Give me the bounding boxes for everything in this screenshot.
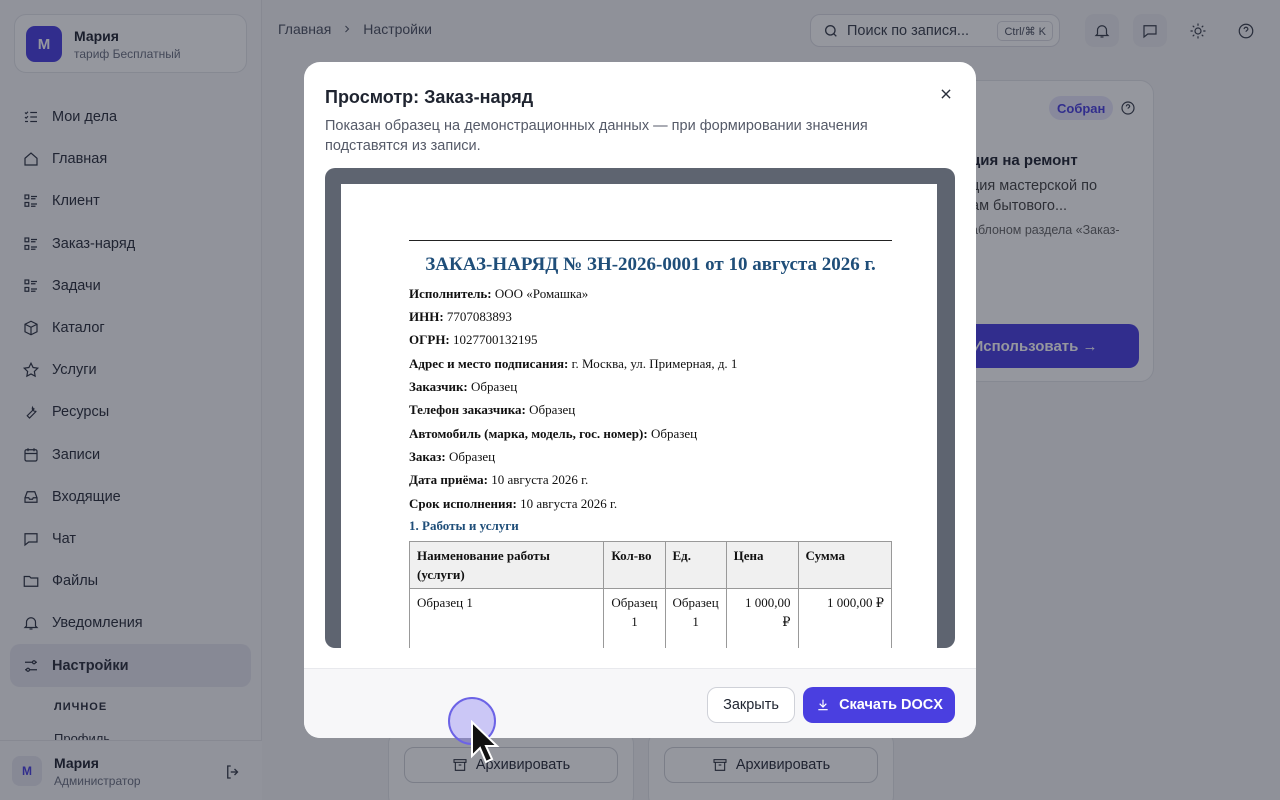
close-button[interactable] <box>934 82 958 106</box>
works-table: Наименование работы (услуги) Кол-во Ед. Цен… <box>408 541 892 648</box>
field-value: Образец <box>650 426 698 441</box>
modal-description: Показан образец на демонстрационных данн… <box>325 118 868 154</box>
download-icon <box>818 699 828 711</box>
field-value: Образец <box>471 379 518 394</box>
document-field: Дата приёма: 10 августа 2026 г. <box>409 472 588 488</box>
field-label: Исполнитель: <box>409 286 492 301</box>
section-heading: 1. Работы и услуги <box>409 518 519 533</box>
divider <box>409 240 892 241</box>
document-preview[interactable]: ЗАКАЗ-НАРЯД № ЗН-2026-0001 от 10 августа… <box>325 168 955 648</box>
download-docx-button[interactable]: Скачать DOCX <box>803 687 955 723</box>
document-page: ЗАКАЗ-НАРЯД № ЗН-2026-0001 от 10 августа… <box>341 184 937 648</box>
document-field: Заказ: Образец <box>409 449 495 465</box>
document-field: Исполнитель: ООО «Ромашка» <box>409 286 588 302</box>
field-label: Заказ: <box>409 449 446 464</box>
table-cell: Образец 1 <box>603 588 666 648</box>
table-cell: 1 000,00 ₽ <box>725 588 799 648</box>
field-label: ОГРН: <box>409 332 450 347</box>
table-cell: Образец 1 <box>664 588 727 648</box>
modal-title: Просмотр: Заказ-наряд <box>325 87 534 107</box>
table-header: Наименование работы (услуги) <box>408 541 605 589</box>
document-field: Адрес и место подписания: г. Москва, ул.… <box>409 356 737 372</box>
table-header: Ед. <box>664 541 727 589</box>
table-row: Образец 1 Образец 1 Образец 11 000,00 ₽1 0… <box>408 588 892 648</box>
table-header: Сумма <box>797 541 892 589</box>
field-label: Телефон заказчика: <box>409 402 526 417</box>
preview-modal: Просмотр: Заказ-наряд Показан образец на… <box>304 62 976 738</box>
field-value: Образец <box>529 402 576 417</box>
document-field: Заказчик: Образец <box>409 379 517 395</box>
document-field: Телефон заказчика: Образец <box>409 402 575 418</box>
mouse-pointer-icon <box>471 720 500 764</box>
document-title: ЗАКАЗ-НАРЯД № ЗН-2026-0001 от 10 августа… <box>425 254 876 275</box>
document-field: ОГРН: 1027700132195 <box>409 332 538 348</box>
field-value: 10 августа 2026 г. <box>491 472 589 487</box>
table-cell: 1 000,00 ₽ <box>797 588 892 648</box>
field-label: Дата приёма: <box>409 472 488 487</box>
field-value: 10 августа 2026 г. <box>520 496 618 511</box>
field-value: 1027700132195 <box>453 332 538 347</box>
document-field: Срок исполнения: 10 августа 2026 г. <box>409 496 617 512</box>
modal-footer: Закрыть Скачать DOCX <box>304 668 976 738</box>
field-label: Срок исполнения: <box>409 496 517 511</box>
table-cell: Образец 1 <box>408 588 605 648</box>
close-icon <box>941 89 951 99</box>
close-dialog-button[interactable]: Закрыть <box>707 687 795 723</box>
document-field: Автомобиль (марка, модель, гос. номер): … <box>409 426 697 442</box>
document-field: ИНН: 7707083893 <box>409 309 512 325</box>
field-value: г. Москва, ул. Примерная, д. 1 <box>571 356 738 371</box>
field-label: Заказчик: <box>409 379 468 394</box>
field-label: ИНН: <box>409 309 444 324</box>
field-value: 7707083893 <box>446 309 512 324</box>
field-label: Адрес и место подписания: <box>409 356 569 371</box>
field-label: Автомобиль (марка, модель, гос. номер): <box>409 426 648 441</box>
table-header: Кол-во <box>603 541 666 589</box>
field-value: ООО «Ромашка» <box>494 286 589 301</box>
download-label: Скачать DOCX <box>839 697 943 713</box>
table-header: Цена <box>725 541 799 589</box>
field-value: Образец <box>448 449 496 464</box>
